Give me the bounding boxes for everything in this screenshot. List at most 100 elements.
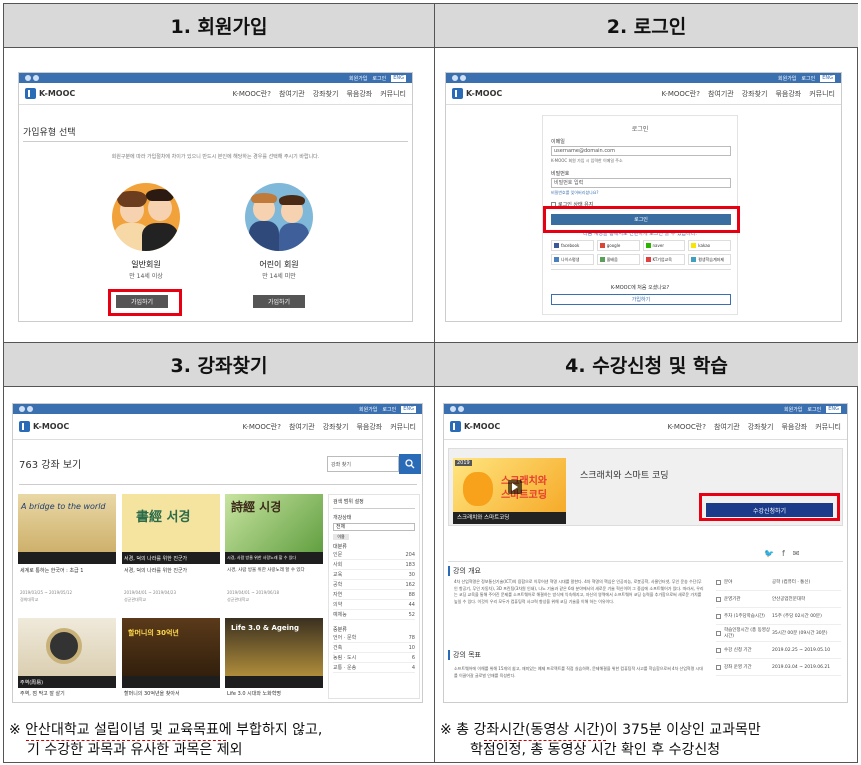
course-info-row: 주차 (1주당학습시간) 15주 (주당 02시간 00분) <box>716 608 841 625</box>
status-select[interactable]: 전체 <box>333 523 415 531</box>
nav-partners[interactable]: 참여기관 <box>289 422 315 432</box>
nav-community[interactable]: 커뮤니티 <box>390 422 416 432</box>
social-icon[interactable] <box>460 75 466 81</box>
social-login-button[interactable]: naver <box>642 240 686 251</box>
social-icon[interactable] <box>33 75 39 81</box>
course-card[interactable]: A bridge to the world <box>18 494 116 564</box>
nav-courses[interactable]: 강좌찾기 <box>313 89 339 99</box>
filter-option[interactable]: 언어 · 문학 78 <box>333 633 415 643</box>
email-field[interactable]: username@domain.com <box>551 146 731 156</box>
forgot-password-link[interactable]: 비밀번호를 잊어버리셨나요? <box>551 190 599 196</box>
play-icon[interactable] <box>508 480 522 494</box>
nav-partners[interactable]: 참여기관 <box>714 422 740 432</box>
social-icon[interactable] <box>458 406 464 412</box>
filter-option[interactable]: 의약 44 <box>333 600 415 610</box>
topbar-signup-link[interactable]: 회원가입 <box>349 75 367 82</box>
course-title[interactable]: Life 3.0 시대와 노화혁명 <box>227 690 281 697</box>
nav-bundles[interactable]: 묶음강좌 <box>781 422 807 432</box>
kmooc-logo[interactable]: K-MOOC <box>450 421 500 432</box>
topbar-signup-link[interactable]: 회원가입 <box>359 406 377 413</box>
nav-about[interactable]: K-MOOC란? <box>661 89 699 99</box>
topbar-signup-link[interactable]: 회원가입 <box>784 406 802 413</box>
topbar-login-link[interactable]: 로그인 <box>807 406 821 413</box>
course-card[interactable]: 할머니의 30억년 <box>122 618 220 688</box>
filter-option-label: 교육 <box>333 572 343 578</box>
nav-courses[interactable]: 강좌찾기 <box>323 422 349 432</box>
course-org: 경희대학교 <box>20 597 39 602</box>
filter-option[interactable]: 공학 162 <box>333 580 415 590</box>
nav-community[interactable]: 커뮤니티 <box>815 422 841 432</box>
social-login-button[interactable]: 평생학습계좌제 <box>688 254 731 265</box>
nav-bundles[interactable]: 묶음강좌 <box>356 422 382 432</box>
social-icon[interactable] <box>19 406 25 412</box>
lang-toggle[interactable]: ENG <box>826 405 841 413</box>
nav-about[interactable]: K-MOOC란? <box>232 89 270 99</box>
course-thumbnail[interactable]: 2019 스크래치와 스마트코딩 스크래치와 스마트코딩 <box>453 458 566 524</box>
mail-icon[interactable]: ✉ <box>793 549 800 558</box>
social-login-button[interactable]: google <box>596 240 640 251</box>
social-icon[interactable] <box>450 406 456 412</box>
course-card[interactable]: 詩經 시경 시경, 사람 방울 위한 사랑노래 할 수 있다 <box>225 494 323 564</box>
social-login-button[interactable]: kakao <box>688 240 731 251</box>
course-title[interactable]: 서경, 덕의 나라를 위한 진군가 <box>124 567 187 574</box>
course-card[interactable]: 주역(周易) <box>18 618 116 688</box>
course-card[interactable]: 書經 서경 서경, 덕의 나라를 위한 진군가 <box>122 494 220 564</box>
nav-community[interactable]: 커뮤니티 <box>809 89 835 99</box>
filter-option[interactable]: 인문 204 <box>333 550 415 560</box>
topbar-login-link[interactable]: 로그인 <box>801 75 815 82</box>
filter-option[interactable]: 예체능 52 <box>333 610 415 620</box>
search-button[interactable] <box>399 454 421 474</box>
lang-toggle[interactable]: ENG <box>401 405 416 413</box>
nav-about[interactable]: K-MOOC란? <box>242 422 280 432</box>
course-title[interactable]: 할머니의 30억년을 찾아서 <box>124 690 180 697</box>
filter-tag[interactable]: 이용 <box>333 534 349 540</box>
kmooc-logo[interactable]: K-MOOC <box>19 421 69 432</box>
social-icon[interactable] <box>452 75 458 81</box>
social-icon <box>645 257 651 262</box>
filter-option[interactable]: 교통 · 운송 4 <box>333 663 415 673</box>
filter-option[interactable]: 교육 30 <box>333 570 415 580</box>
filter-option[interactable]: 자연 88 <box>333 590 415 600</box>
spellcheck-underline <box>484 740 606 741</box>
social-login-button[interactable]: 올배움 <box>596 254 640 265</box>
filter-option[interactable]: 농림 · 도시 6 <box>333 653 415 663</box>
child-signup-button[interactable]: 가입하기 <box>253 295 305 308</box>
password-field[interactable]: 비밀번호 입력 <box>551 178 731 188</box>
note-right-line: 학점인정, 총 동영상 시간 확인 후 수강신청 <box>470 742 721 758</box>
nav-courses[interactable]: 강좌찾기 <box>748 422 774 432</box>
highlight-box <box>543 206 740 233</box>
nav-about[interactable]: K-MOOC란? <box>667 422 705 432</box>
nav-community[interactable]: 커뮤니티 <box>380 89 406 99</box>
nav-bundles[interactable]: 묶음강좌 <box>775 89 801 99</box>
course-search-input[interactable]: 강좌 찾기 <box>327 456 399 472</box>
topbar-login-link[interactable]: 로그인 <box>372 75 386 82</box>
kmooc-logo[interactable]: K-MOOC <box>25 88 75 99</box>
lang-toggle[interactable]: ENG <box>391 74 406 82</box>
course-title[interactable]: 주역, 점 막고 잘 살기 <box>20 690 65 697</box>
highlight-box <box>699 493 840 521</box>
overview-title: 강의 개요 <box>448 566 481 576</box>
social-login-button[interactable]: 나이스평생 <box>551 254 594 265</box>
signup-button[interactable]: 가입하기 <box>551 294 731 305</box>
lang-toggle[interactable]: ENG <box>820 74 835 82</box>
topbar-login-link[interactable]: 로그인 <box>382 406 396 413</box>
nav-partners[interactable]: 참여기관 <box>279 89 305 99</box>
twitter-icon[interactable]: 🐦 <box>764 549 774 558</box>
facebook-icon[interactable]: f <box>782 549 785 558</box>
nav-courses[interactable]: 강좌찾기 <box>742 89 768 99</box>
course-title[interactable]: 시경, 사람 방울 위한 사랑노래 할 수 있다 <box>227 567 305 573</box>
social-icon[interactable] <box>25 75 31 81</box>
social-login-button[interactable]: facebook <box>551 240 594 251</box>
nav-bundles[interactable]: 묶음강좌 <box>346 89 372 99</box>
course-title[interactable]: 세계로 통하는 한국어 : 초급 1 <box>20 567 83 574</box>
filter-option[interactable]: 건축 10 <box>333 643 415 653</box>
course-card[interactable]: Life 3.0 & Ageing <box>225 618 323 688</box>
nav-partners[interactable]: 참여기관 <box>708 89 734 99</box>
info-icon <box>716 579 721 585</box>
social-icon[interactable] <box>27 406 33 412</box>
course-thumb-text: 詩經 시경 <box>231 500 282 514</box>
topbar-signup-link[interactable]: 회원가입 <box>778 75 796 82</box>
kmooc-logo[interactable]: K-MOOC <box>452 88 502 99</box>
social-login-button[interactable]: KT기업교육 <box>642 254 686 265</box>
filter-option[interactable]: 사회 183 <box>333 560 415 570</box>
